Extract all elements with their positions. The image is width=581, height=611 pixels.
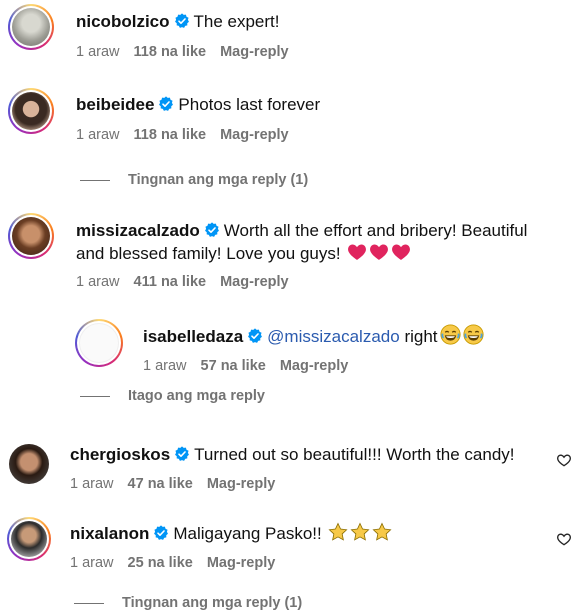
comment-username[interactable]: missizacalzado [76, 221, 200, 240]
comment-username[interactable]: nixalanon [70, 524, 149, 543]
reply-button[interactable]: Mag-reply [207, 555, 276, 571]
verified-badge-icon [174, 13, 190, 29]
verified-badge-icon [204, 222, 220, 238]
red-heart-icon [347, 242, 367, 262]
comment-text: Maligayang Pasko!! [173, 524, 322, 543]
comment-time: 1 araw [70, 476, 114, 492]
comment-text: The expert! [193, 12, 280, 31]
comment-username[interactable]: isabelledaza [143, 327, 243, 346]
comment-time: 1 araw [76, 274, 120, 290]
comment-item: beibeidee Photos last forever 1 araw 118 n… [0, 84, 581, 194]
comment-text: Turned out so beautiful!!! Worth the can… [194, 445, 515, 464]
comment-username[interactable]: nicobolzico [76, 12, 170, 31]
laughing-emoji-icon [440, 324, 461, 345]
verified-badge-icon [174, 446, 190, 462]
verified-badge-icon [158, 96, 174, 112]
comment-text: Photos last forever [178, 95, 321, 114]
avatar[interactable] [9, 444, 49, 484]
mention-link[interactable]: @missizacalzado [267, 327, 400, 346]
comment-item: nixalanon Maligayang Pasko!! 1 araw 25 na … [0, 512, 581, 611]
comment-time: 1 araw [70, 555, 114, 571]
likes-count[interactable]: 411 na like [134, 274, 207, 290]
divider-line [80, 179, 110, 181]
comment-username[interactable]: chergioskos [70, 445, 170, 464]
verified-badge-icon [247, 328, 263, 344]
reply-button[interactable]: Mag-reply [280, 358, 349, 374]
comment-text: right [404, 327, 438, 346]
likes-count[interactable]: 118 na like [134, 127, 207, 143]
like-heart-icon[interactable] [556, 531, 572, 547]
divider-line [80, 395, 110, 397]
star-icon [372, 522, 392, 542]
star-icon [328, 522, 348, 542]
comment-username[interactable]: beibeidee [76, 95, 154, 114]
verified-badge-icon [153, 525, 169, 541]
view-replies-label: Tingnan ang mga reply (1) [128, 172, 309, 188]
hide-replies-label: Itago ang mga reply [128, 388, 265, 404]
comment-time: 1 araw [76, 127, 120, 143]
reply-button[interactable]: Mag-reply [220, 274, 289, 290]
divider-line [74, 602, 104, 604]
comment-time: 1 araw [143, 358, 187, 374]
reply-button[interactable]: Mag-reply [207, 476, 276, 492]
view-replies-button[interactable]: Tingnan ang mga reply (1) [80, 172, 308, 188]
avatar[interactable] [8, 213, 54, 259]
avatar[interactable] [75, 319, 123, 367]
avatar[interactable] [8, 88, 54, 134]
red-heart-icon [391, 242, 411, 262]
comment-item: chergioskos Turned out so beautiful!!! Wo… [0, 434, 581, 504]
red-heart-icon [369, 242, 389, 262]
likes-count[interactable]: 47 na like [128, 476, 193, 492]
reply-button[interactable]: Mag-reply [220, 44, 289, 60]
comment-text: Worth all the effort and bribery! Beauti… [223, 221, 528, 240]
like-heart-icon[interactable] [556, 452, 572, 468]
reply-item: isabelledaza @missizacalzado right 1 araw… [0, 316, 581, 411]
comment-text: and blessed family! Love you guys! [76, 244, 341, 263]
star-icon [350, 522, 370, 542]
comment-item: nicobolzico The expert! 1 araw 118 na like… [0, 0, 581, 80]
avatar[interactable] [8, 4, 54, 50]
avatar[interactable] [7, 517, 51, 561]
laughing-emoji-icon [463, 324, 484, 345]
likes-count[interactable]: 57 na like [201, 358, 266, 374]
likes-count[interactable]: 118 na like [134, 44, 207, 60]
comment-item: missizacalzado Worth all the effort and b… [0, 210, 581, 300]
hide-replies-button[interactable]: Itago ang mga reply [80, 388, 265, 404]
likes-count[interactable]: 25 na like [128, 555, 193, 571]
comment-time: 1 araw [76, 44, 120, 60]
reply-button[interactable]: Mag-reply [220, 127, 289, 143]
